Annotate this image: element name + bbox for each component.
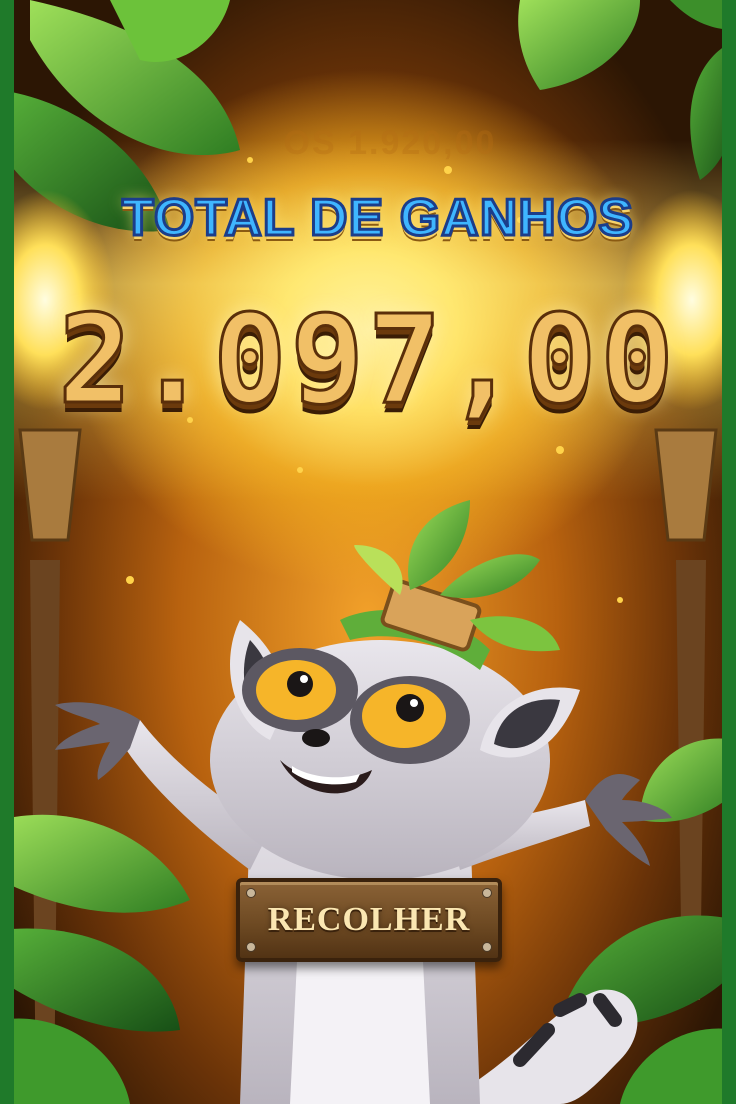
collect-button[interactable]: RECOLHER bbox=[236, 878, 502, 962]
nail-icon bbox=[246, 888, 256, 898]
leaves-top-right-icon bbox=[518, 0, 736, 180]
nail-icon bbox=[246, 942, 256, 952]
leaves-bottom-left-icon bbox=[0, 814, 190, 1104]
nail-icon bbox=[482, 942, 492, 952]
win-title: TOTAL DE GANHOS bbox=[121, 188, 635, 249]
total-win-amount: 2.097,00 bbox=[57, 289, 678, 432]
left-border bbox=[0, 0, 14, 1104]
right-border bbox=[722, 0, 736, 1104]
nail-icon bbox=[482, 888, 492, 898]
background-previous-amount: OS 1.920,00 bbox=[283, 124, 497, 162]
game-screen: OS 1.920,00 TOTAL DE GANHOS 2.097,00 REC… bbox=[0, 0, 736, 1104]
collect-button-label: RECOLHER bbox=[267, 901, 471, 938]
